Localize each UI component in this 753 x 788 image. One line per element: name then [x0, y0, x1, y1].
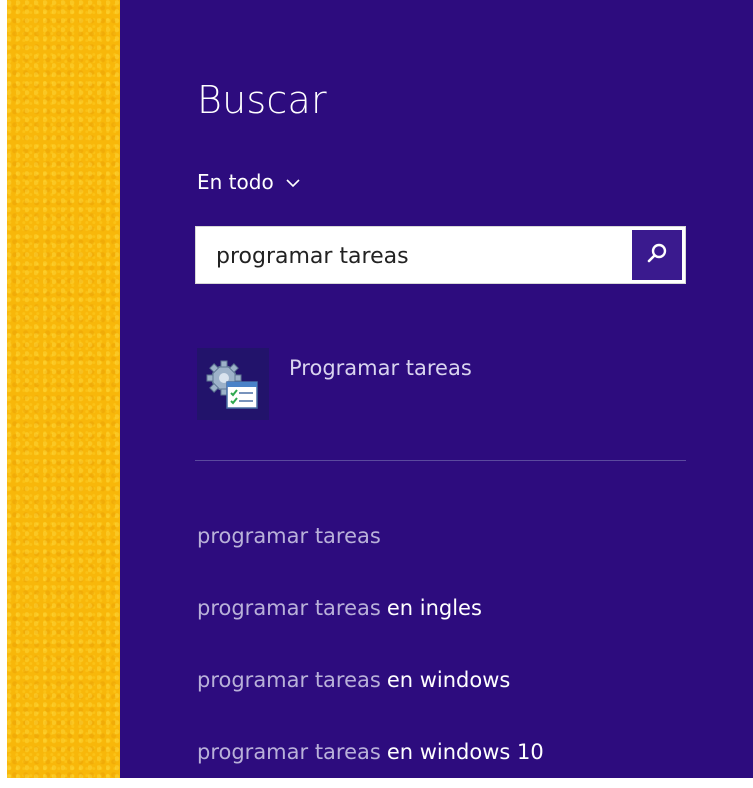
search-button[interactable] [632, 230, 682, 280]
results-divider [195, 460, 686, 461]
suggestion-completion: en ingles [386, 596, 482, 620]
page-title: Buscar [197, 78, 327, 122]
search-icon [646, 242, 668, 268]
suggestion-query: programar tareas [197, 524, 381, 548]
search-scope-dropdown[interactable]: En todo [197, 170, 300, 194]
desktop-background-strip [7, 0, 120, 778]
suggestion-query: programar tareas [197, 668, 381, 692]
search-box [195, 226, 686, 284]
search-suggestions: programar tareas programar tareas en ing… [197, 500, 544, 788]
search-charm-panel: Buscar En todo programar tareas Programa… [120, 0, 753, 778]
suggestion-completion: en windows 10 [386, 740, 544, 764]
suggestion-query: programar tareas [197, 596, 381, 620]
search-input[interactable] [214, 237, 628, 275]
task-scheduler-icon [197, 348, 269, 420]
suggestion-item[interactable]: programar tareas en ingles [197, 572, 544, 644]
suggestion-query: programar tareas [197, 740, 381, 764]
app-result-programar-tareas[interactable]: Programar tareas [197, 348, 472, 420]
suggestion-item[interactable]: programar tareas en windows 10 [197, 716, 544, 788]
app-result-label: Programar tareas [289, 356, 472, 380]
suggestion-item[interactable]: programar tareas [197, 500, 544, 572]
suggestion-item[interactable]: programar tareas en windows [197, 644, 544, 716]
chevron-down-icon [286, 178, 300, 188]
suggestion-completion: en windows [386, 668, 511, 692]
search-scope-label: En todo [197, 170, 274, 194]
